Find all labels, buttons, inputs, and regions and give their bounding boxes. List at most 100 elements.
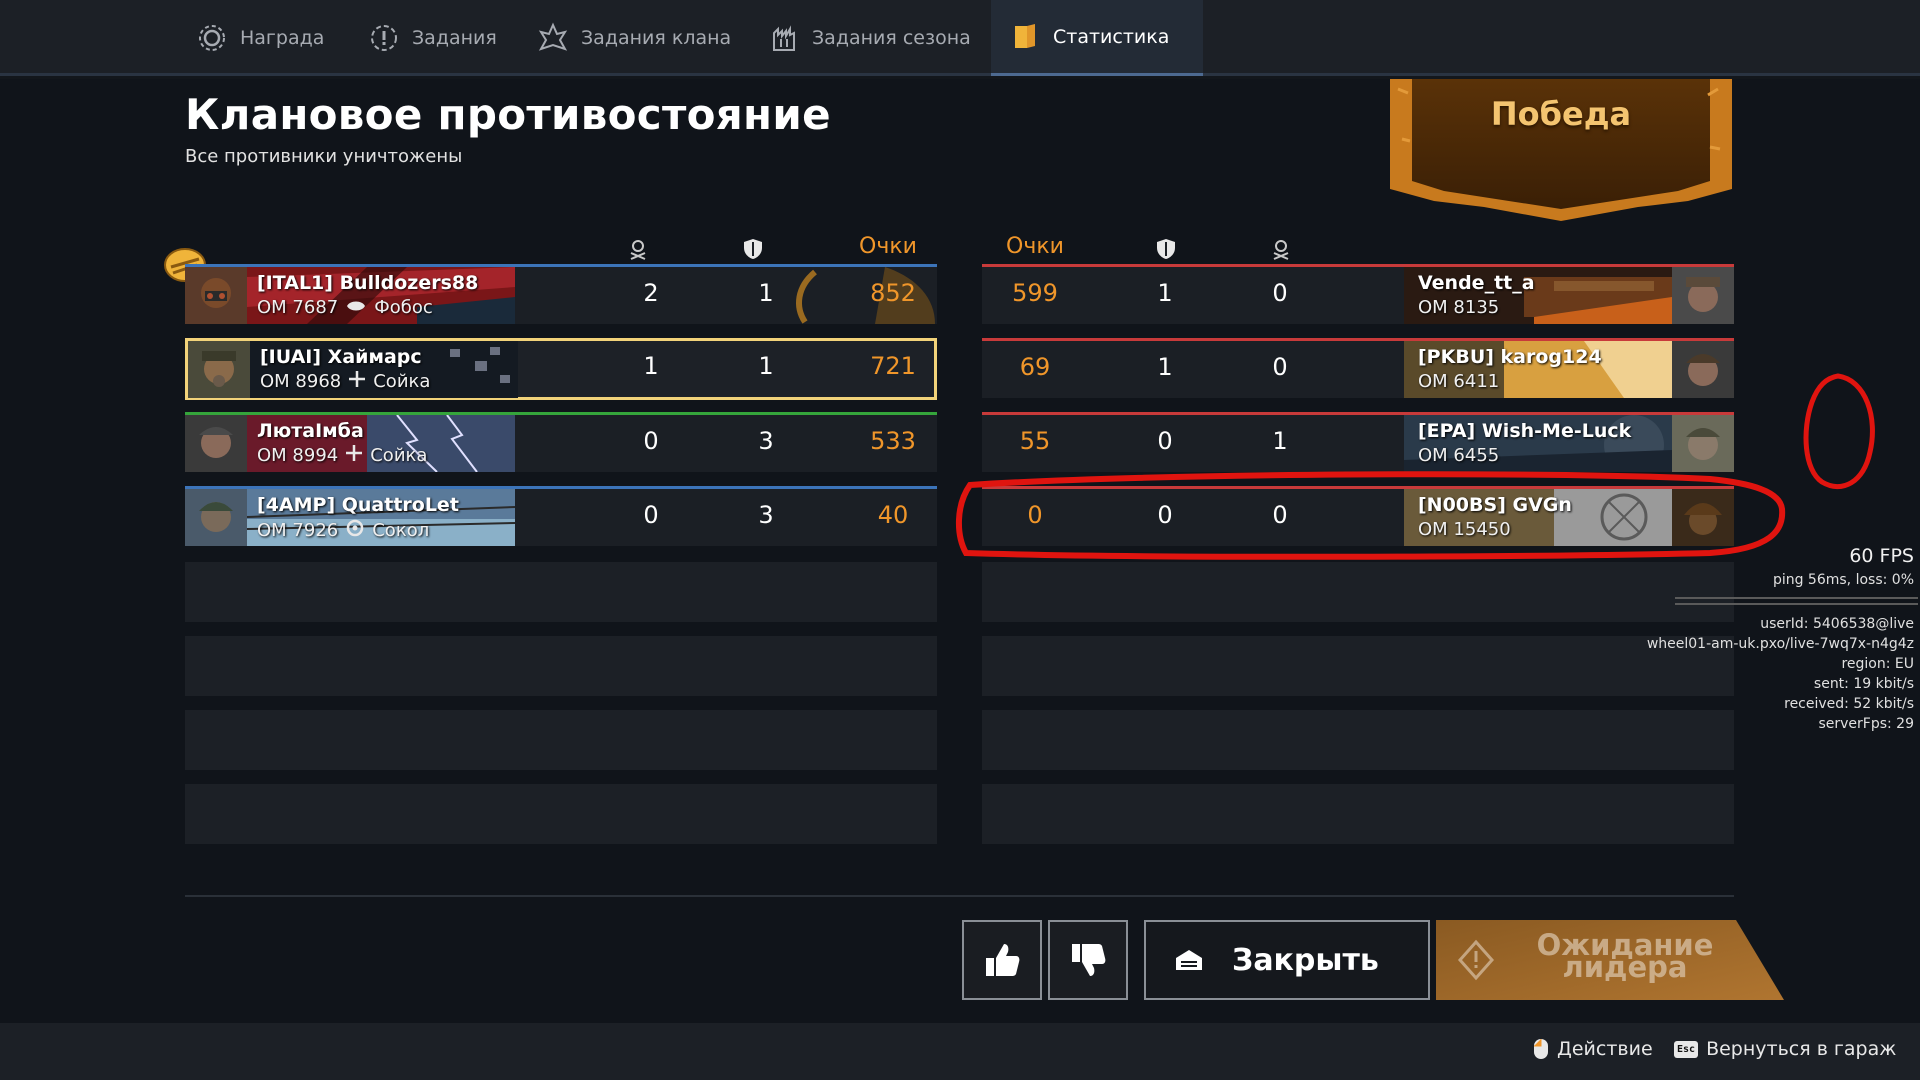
debug-graph-line bbox=[1675, 603, 1918, 605]
avatar bbox=[185, 489, 247, 546]
debug-graph-line bbox=[1675, 597, 1918, 599]
vehicle-class-icon bbox=[346, 519, 364, 542]
reward-gear-icon bbox=[196, 22, 228, 54]
player-rating: ОМ 7687 Фобос bbox=[257, 297, 433, 318]
tab-missions[interactable]: Задания bbox=[368, 0, 497, 76]
team-right-empty-slot bbox=[982, 784, 1734, 844]
vehicle-name: Фобос bbox=[374, 297, 433, 318]
team-right-empty-slot bbox=[982, 636, 1734, 696]
team-right-row-2[interactable]: 69 1 0 [PKBU] karog124 ОМ 6411 bbox=[982, 338, 1734, 398]
kills-value: 0 bbox=[1272, 279, 1288, 307]
player-card: [EPA] Wish-Me-Luck ОМ 6455 bbox=[1404, 415, 1734, 472]
page-subtitle: Все противники уничтожены bbox=[185, 146, 463, 167]
footer-action-hint[interactable]: Действие bbox=[1533, 1038, 1653, 1060]
player-rating: ОМ 6455 bbox=[1418, 445, 1499, 466]
tab-label: Статистика bbox=[1053, 25, 1170, 48]
player-name: [IUAI] Хаймарс bbox=[260, 346, 422, 368]
kills-value: 0 bbox=[1272, 501, 1288, 529]
tab-season-missions[interactable]: Задания сезона bbox=[768, 0, 971, 76]
close-button[interactable]: Закрыть bbox=[1144, 920, 1430, 1000]
player-name: ЛютаІмба bbox=[257, 420, 364, 442]
debug-user-id: userId: 5406538@live bbox=[1760, 616, 1914, 632]
clan-missions-flame-icon bbox=[537, 22, 569, 54]
vehicle-name: Сойка bbox=[370, 445, 428, 466]
points-header-left: Очки bbox=[859, 234, 917, 259]
debug-received: received: 52 kbit/s bbox=[1784, 696, 1914, 712]
team-right-empty-slot bbox=[982, 710, 1734, 770]
tab-label: Задания bbox=[412, 27, 497, 49]
points-value: 721 bbox=[870, 352, 916, 380]
debug-server-fps: serverFps: 29 bbox=[1818, 716, 1914, 732]
thumbs-down-icon bbox=[1072, 944, 1106, 976]
player-card: [IUAI] Хаймарс ОМ 8968 Сойка bbox=[188, 341, 518, 398]
tab-clan-missions[interactable]: Задания клана bbox=[537, 0, 731, 76]
esc-key-icon: Esc bbox=[1674, 1040, 1699, 1058]
tab-label: Задания клана bbox=[581, 27, 732, 49]
team-left-empty-slot bbox=[185, 784, 937, 844]
team-left-row-4[interactable]: [4AMP] QuattroLet ОМ 7926 Сокол 0 3 40 bbox=[185, 486, 937, 546]
tab-statistics[interactable]: Статистика bbox=[991, 0, 1204, 76]
player-name: [PKBU] karog124 bbox=[1418, 346, 1602, 368]
tab-reward[interactable]: Награда bbox=[196, 0, 324, 76]
avatar bbox=[185, 267, 247, 324]
dislike-button[interactable] bbox=[1048, 920, 1128, 1000]
debug-region: region: EU bbox=[1841, 656, 1914, 672]
like-button[interactable] bbox=[962, 920, 1042, 1000]
close-button-label: Закрыть bbox=[1232, 942, 1379, 978]
om-value: ОМ 6411 bbox=[1418, 371, 1500, 392]
assists-value: 0 bbox=[1157, 427, 1173, 455]
vehicle-name: Сойка bbox=[373, 371, 431, 392]
page-title: Клановое противостояние bbox=[185, 90, 831, 139]
team-right-row-3[interactable]: 55 0 1 [EPA] Wish-Me-Luck ОМ 6455 bbox=[982, 412, 1734, 472]
om-value: ОМ 6455 bbox=[1418, 445, 1500, 466]
vehicle-class-icon bbox=[346, 445, 363, 466]
assists-value: 3 bbox=[758, 501, 774, 529]
player-rating: ОМ 7926 Сокол bbox=[257, 519, 429, 542]
player-rating: ОМ 6411 bbox=[1418, 371, 1499, 392]
player-card: [PKBU] karog124 ОМ 6411 bbox=[1404, 341, 1734, 398]
mouse-icon bbox=[1534, 1039, 1548, 1059]
team-right-row-4[interactable]: 0 0 0 [N00BS] GVGn ОМ 15450 bbox=[982, 486, 1734, 546]
kills-value: 0 bbox=[643, 427, 659, 455]
avatar bbox=[1672, 267, 1734, 324]
section-divider bbox=[185, 895, 1734, 897]
team-left-empty-slot bbox=[185, 710, 937, 770]
assists-value: 1 bbox=[1157, 353, 1173, 381]
points-value: 852 bbox=[870, 279, 916, 307]
vehicle-name: Сокол bbox=[372, 520, 430, 541]
skull-crossed-icon bbox=[630, 240, 646, 260]
footer-back-hint[interactable]: Esc Вернуться в гараж bbox=[1674, 1038, 1896, 1060]
om-value: ОМ 15450 bbox=[1418, 519, 1511, 540]
player-card: Vende_tt_a ОМ 8135 bbox=[1404, 267, 1734, 324]
om-value: ОМ 7687 bbox=[257, 297, 339, 318]
om-value: ОМ 8968 bbox=[260, 371, 342, 392]
footer-back-label: Вернуться в гараж bbox=[1706, 1038, 1897, 1060]
assists-value: 1 bbox=[758, 352, 774, 380]
om-value: ОМ 8994 bbox=[257, 445, 339, 466]
player-name: [EPA] Wish-Me-Luck bbox=[1418, 420, 1632, 442]
assists-value: 3 bbox=[758, 427, 774, 455]
footer-action-label: Действие bbox=[1557, 1038, 1653, 1060]
kills-value: 2 bbox=[643, 279, 659, 307]
player-name: [N00BS] GVGn bbox=[1418, 494, 1572, 516]
team-right-row-1[interactable]: 599 1 0 Vende_tt_a ОМ 8135 bbox=[982, 264, 1734, 324]
avatar bbox=[185, 415, 247, 472]
team-left-row-2-self[interactable]: [IUAI] Хаймарс ОМ 8968 Сойка 1 1 721 bbox=[185, 338, 937, 400]
shield-icon bbox=[1157, 239, 1175, 259]
fps-counter: 60 FPS bbox=[1849, 545, 1914, 567]
points-value: 40 bbox=[877, 501, 909, 529]
debug-sent: sent: 19 kbit/s bbox=[1813, 676, 1914, 692]
player-card: [ITAL1] Bulldozers88 ОМ 7687 Фобос bbox=[185, 267, 515, 324]
avatar bbox=[1672, 489, 1734, 546]
garage-icon bbox=[1176, 950, 1202, 970]
team-left-empty-slot bbox=[185, 636, 937, 696]
points-value: 69 bbox=[1019, 353, 1051, 381]
kills-value: 1 bbox=[1272, 427, 1288, 455]
team-left-row-3[interactable]: ЛютаІмба ОМ 8994 Сойка 0 3 533 bbox=[185, 412, 937, 472]
team-left-row-1[interactable]: [ITAL1] Bulldozers88 ОМ 7687 Фобос 2 1 8… bbox=[185, 264, 937, 324]
team-left-empty-slot bbox=[185, 562, 937, 622]
thumbs-up-icon bbox=[986, 944, 1020, 976]
team-right-empty-slot bbox=[982, 562, 1734, 622]
om-value: ОМ 8135 bbox=[1418, 297, 1500, 318]
avatar bbox=[1672, 341, 1734, 398]
